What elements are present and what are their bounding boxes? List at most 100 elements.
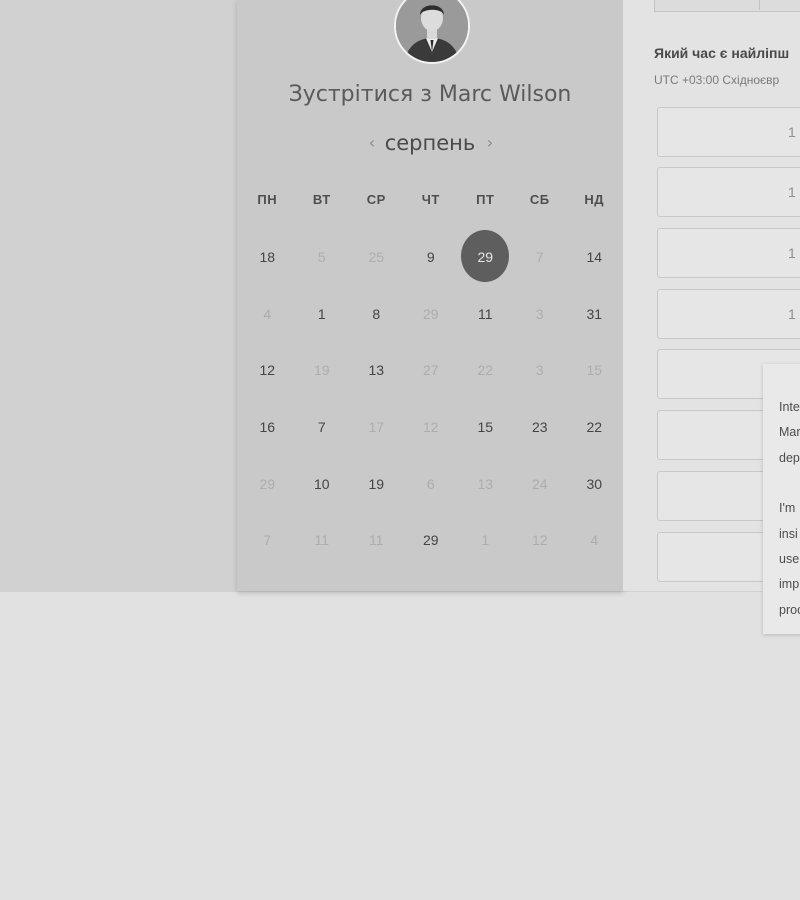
day-number: 22 [586, 419, 603, 436]
calendar-week-row: 4 1 8 29 11 3 31 [240, 286, 622, 343]
calendar-day: 11 [349, 512, 404, 569]
calendar-grid: 18 5 25 9 29 7 14 4 1 8 29 11 3 31 12 19 13 27 22 3 15 16 7 17 1… [240, 229, 622, 569]
calendar-day: 11 [295, 512, 350, 569]
calendar-day[interactable]: 23 [513, 399, 568, 456]
weekday-label: ВТ [312, 192, 331, 207]
day-number: 3 [535, 305, 544, 322]
day-number: 7 [535, 249, 544, 266]
calendar-day: 22 [458, 342, 513, 399]
calendar-day: 13 [458, 455, 513, 512]
day-number: 15 [477, 419, 494, 436]
day-number: 17 [368, 419, 385, 436]
weekday-label: ПТ [476, 192, 495, 207]
calendar-day: 12 [513, 512, 568, 569]
calendar-day: 24 [513, 455, 568, 512]
time-slot-label: 1 [788, 124, 796, 140]
calendar-day: 3 [513, 286, 568, 343]
day-number: 12 [259, 362, 276, 379]
calendar-day-selected[interactable]: 29 [458, 229, 513, 286]
calendar-day: 12 [404, 399, 459, 456]
calendar-day[interactable]: 31 [567, 286, 622, 343]
calendar-day[interactable]: 19 [349, 455, 404, 512]
calendar-day[interactable]: 9 [404, 229, 459, 286]
day-number: 29 [259, 475, 276, 492]
bio-line: use [779, 552, 800, 567]
calendar-day: 25 [349, 229, 404, 286]
calendar-week-row: 7 11 11 29 1 12 4 [240, 512, 622, 569]
day-number: 1 [481, 532, 490, 549]
day-number: 9 [426, 249, 435, 266]
calendar-day[interactable]: 11 [458, 286, 513, 343]
day-number: 4 [263, 305, 272, 322]
calendar-week-row: 12 19 13 27 22 3 15 [240, 342, 622, 399]
calendar-day[interactable]: 13 [349, 342, 404, 399]
time-slot-button[interactable]: 1 [657, 289, 800, 339]
day-number: 24 [531, 475, 548, 492]
day-number: 11 [314, 532, 330, 549]
calendar-day[interactable]: 30 [567, 455, 622, 512]
host-bio-text: Inte Mar dep I'm insi use imp proc [779, 395, 800, 623]
month-navigation: ‹ серпень › [237, 130, 623, 160]
host-bio-popover: Inte Mar dep I'm insi use imp proc [763, 364, 800, 634]
day-number: 1 [317, 305, 326, 322]
calendar-week-row: 29 10 19 6 13 24 30 [240, 455, 622, 512]
calendar-day[interactable]: 18 [240, 229, 295, 286]
calendar-day: 27 [404, 342, 459, 399]
month-label: серпень [384, 131, 476, 155]
time-slot-button[interactable]: 1 [657, 107, 800, 157]
calendar-day: 1 [458, 512, 513, 569]
day-number: 3 [535, 362, 544, 379]
calendar-day[interactable]: 10 [295, 455, 350, 512]
avatar-photo [396, 0, 468, 62]
calendar-day[interactable]: 7 [295, 399, 350, 456]
calendar-day[interactable]: 12 [240, 342, 295, 399]
calendar-day[interactable]: 22 [567, 399, 622, 456]
day-number: 10 [313, 475, 330, 492]
day-number: 29 [477, 249, 494, 266]
calendar-day: 15 [567, 342, 622, 399]
weekday-label: ПН [257, 192, 278, 207]
bio-line: Inte [779, 400, 800, 414]
day-number: 27 [422, 362, 439, 379]
day-number: 7 [263, 532, 272, 549]
day-number: 23 [531, 419, 548, 436]
day-number: 13 [477, 475, 494, 492]
calendar-day: 3 [513, 342, 568, 399]
weekday-header: ПН ВТ СР ЧТ ПТ СБ НД [240, 192, 622, 212]
calendar-week-row: 16 7 17 12 15 23 22 [240, 399, 622, 456]
weekday-label: СР [366, 192, 386, 207]
view-tab[interactable] [654, 0, 800, 12]
calendar-day[interactable]: 14 [567, 229, 622, 286]
calendar-day[interactable]: 15 [458, 399, 513, 456]
calendar-day[interactable]: 29 [404, 512, 459, 569]
calendar-day[interactable]: 8 [349, 286, 404, 343]
calendar-day: 19 [295, 342, 350, 399]
day-number: 13 [368, 362, 385, 379]
calendar-day: 4 [240, 286, 295, 343]
calendar-day: 5 [295, 229, 350, 286]
day-number: 7 [317, 419, 326, 436]
weekday-label: НД [584, 192, 605, 207]
chevron-right-icon[interactable]: › [482, 133, 498, 153]
day-number: 29 [422, 305, 439, 322]
calendar-week-row: 18 5 25 9 29 7 14 [240, 229, 622, 286]
calendar-day[interactable]: 16 [240, 399, 295, 456]
time-slot-label: 1 [788, 184, 796, 200]
day-number: 25 [368, 249, 385, 266]
day-number: 16 [259, 419, 276, 436]
day-number: 11 [477, 305, 493, 322]
day-number: 30 [586, 475, 603, 492]
weekday-label: ЧТ [421, 192, 440, 207]
day-number: 5 [317, 249, 326, 266]
calendar-day: 7 [240, 512, 295, 569]
bio-line: imp [779, 577, 800, 592]
bio-line: dep [779, 450, 800, 465]
calendar-day[interactable]: 1 [295, 286, 350, 343]
day-number: 6 [426, 475, 435, 492]
bio-line: I'm [779, 501, 796, 516]
time-slot-button[interactable]: 1 [657, 167, 800, 217]
bio-line: proc [779, 602, 800, 617]
day-number: 12 [422, 419, 439, 436]
time-slot-button[interactable]: 1 [657, 228, 800, 278]
calendar-day: 29 [404, 286, 459, 343]
